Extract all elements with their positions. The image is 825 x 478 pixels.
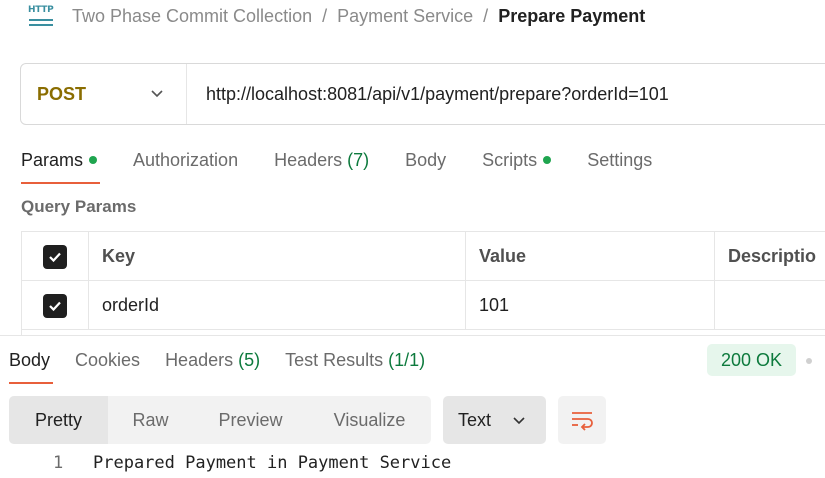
response-tab-test-results[interactable]: Test Results (1/1) (285, 348, 425, 372)
check-icon (49, 252, 61, 262)
active-tab-indicator (21, 182, 100, 184)
tab-label: Authorization (133, 149, 239, 170)
column-header-key: Key (89, 232, 466, 281)
tab-label: Body (9, 349, 51, 370)
response-tabs: Body Cookies Headers (5) Test Results (1… (9, 348, 450, 372)
format-label: Text (458, 409, 492, 430)
tab-label: Headers (274, 149, 343, 170)
tab-body[interactable]: Body (405, 146, 446, 174)
param-value-cell[interactable]: 101 (466, 281, 715, 330)
response-panel: Body Cookies Headers (5) Test Results (1… (0, 335, 825, 478)
breadcrumb: HTTP Two Phase Commit Collection / Payme… (28, 4, 645, 28)
response-tab-headers[interactable]: Headers (5) (165, 348, 260, 372)
method-select[interactable]: POST (21, 64, 187, 124)
tab-settings[interactable]: Settings (587, 146, 652, 174)
tab-count: (1/1) (388, 349, 426, 370)
select-all-checkbox[interactable] (43, 244, 67, 269)
wrap-lines-icon (572, 412, 593, 431)
check-icon (49, 301, 61, 311)
view-mode-raw[interactable]: Raw (108, 396, 193, 444)
query-params-title: Query Params (21, 197, 137, 216)
http-request-icon: HTTP (28, 4, 54, 28)
breadcrumb-collection[interactable]: Two Phase Commit Collection (72, 6, 312, 27)
tab-label: Scripts (482, 149, 538, 170)
tab-label: Body (405, 149, 447, 170)
table-row: orderId 101 (22, 281, 825, 330)
row-check-cell (22, 281, 89, 330)
modified-dot-icon (543, 156, 552, 164)
tab-headers[interactable]: Headers (7) (274, 146, 369, 174)
view-mode-pretty[interactable]: Pretty (9, 396, 108, 444)
tab-label: Cookies (75, 349, 141, 370)
chevron-down-icon (513, 417, 525, 425)
chevron-down-icon (151, 90, 163, 98)
params-table: Key Value Descriptio orderId 101 (21, 231, 825, 335)
tab-count: (5) (238, 349, 261, 370)
code-line: Prepared Payment in Payment Service (93, 453, 452, 473)
active-response-tab-indicator (9, 382, 53, 384)
url-input[interactable]: http://localhost:8081/api/v1/payment/pre… (187, 84, 669, 105)
format-select[interactable]: Text (443, 396, 546, 444)
method-label: POST (37, 83, 87, 104)
modified-dot-icon (89, 156, 98, 164)
wrap-lines-button[interactable] (558, 396, 606, 444)
view-mode-segmented-control: Pretty Raw Preview Visualize (9, 396, 431, 444)
column-header-value: Value (466, 232, 715, 281)
table-header-row: Key Value Descriptio (22, 232, 825, 281)
response-tab-body[interactable]: Body (9, 348, 50, 372)
request-tabs: Params Authorization Headers (7) Body Sc… (21, 146, 688, 174)
tab-scripts[interactable]: Scripts (482, 146, 552, 174)
view-mode-preview[interactable]: Preview (193, 396, 308, 444)
tab-count: (7) (347, 149, 370, 170)
select-all-cell (22, 232, 89, 281)
tab-label: Test Results (285, 349, 384, 370)
response-tab-cookies[interactable]: Cookies (75, 348, 140, 372)
breadcrumb-folder[interactable]: Payment Service (337, 6, 473, 27)
tab-label: Params (21, 149, 84, 170)
breadcrumb-separator: / (322, 5, 328, 26)
view-mode-visualize[interactable]: Visualize (308, 396, 431, 444)
line-number: 1 (53, 453, 64, 473)
column-header-description: Descriptio (728, 246, 817, 266)
param-description-cell[interactable] (715, 281, 825, 330)
more-dot-icon (806, 358, 812, 364)
param-key-cell[interactable]: orderId (89, 281, 466, 330)
request-url-bar: POST http://localhost:8081/api/v1/paymen… (20, 63, 825, 125)
tab-params[interactable]: Params (21, 146, 98, 174)
tab-label: Headers (165, 349, 234, 370)
breadcrumb-request[interactable]: Prepare Payment (498, 6, 645, 27)
breadcrumb-separator: / (483, 5, 489, 26)
param-enabled-checkbox[interactable] (43, 293, 67, 318)
status-badge[interactable]: 200 OK (707, 344, 796, 376)
tab-label: Settings (587, 149, 653, 170)
tab-authorization[interactable]: Authorization (133, 146, 238, 174)
